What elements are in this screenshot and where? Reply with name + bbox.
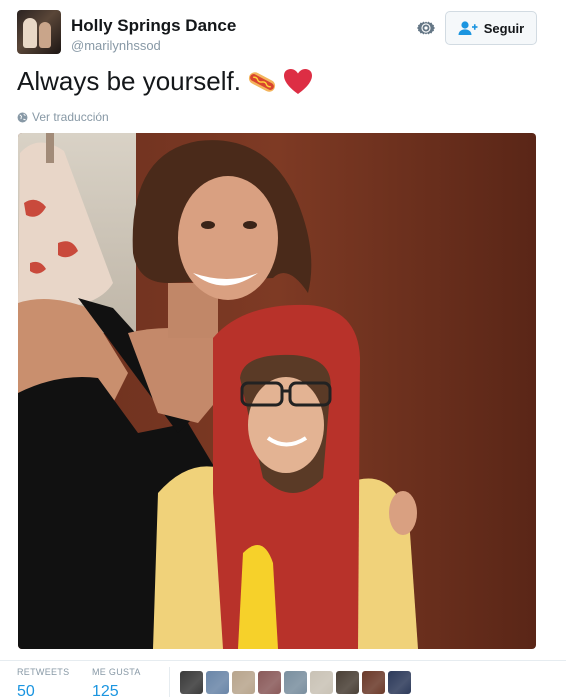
- liker-avatar[interactable]: [258, 671, 281, 694]
- hot-dog-emoji: [248, 71, 276, 92]
- translate-link[interactable]: Ver traducción: [17, 110, 109, 124]
- translate-label: Ver traducción: [32, 110, 109, 124]
- liker-avatar[interactable]: [388, 671, 411, 694]
- avatar[interactable]: [17, 10, 61, 54]
- liker-avatar[interactable]: [232, 671, 255, 694]
- follow-button-label: Seguir: [483, 20, 525, 36]
- tweet-photo[interactable]: [18, 133, 536, 649]
- globe-icon: [17, 112, 28, 122]
- liker-avatar[interactable]: [180, 671, 203, 694]
- gear-icon[interactable]: [415, 17, 437, 39]
- stats-divider: [169, 667, 170, 697]
- tweet-text-body: Always be yourself.: [17, 66, 241, 96]
- liker-avatar[interactable]: [362, 671, 385, 694]
- display-name[interactable]: Holly Springs Dance: [71, 16, 236, 36]
- retweets-label: RETWEETS: [17, 667, 70, 677]
- follow-button[interactable]: Seguir: [445, 11, 537, 45]
- liker-avatar[interactable]: [284, 671, 307, 694]
- likes-stat[interactable]: ME GUSTA 125: [92, 667, 141, 700]
- liker-avatar[interactable]: [310, 671, 333, 694]
- red-heart-emoji: [283, 68, 312, 94]
- tweet-stats: RETWEETS 50 ME GUSTA 125: [0, 660, 566, 700]
- liker-avatar[interactable]: [336, 671, 359, 694]
- liker-avatars: [180, 671, 411, 694]
- retweets-stat[interactable]: RETWEETS 50: [17, 667, 69, 700]
- tweet-header: Holly Springs Dance @marilynhssod Seguir: [17, 10, 537, 56]
- add-user-icon: [458, 21, 478, 35]
- likes-count: 125: [92, 683, 119, 700]
- tweet-text: Always be yourself.: [17, 66, 313, 97]
- likes-label: ME GUSTA: [92, 667, 141, 677]
- liker-avatar[interactable]: [206, 671, 229, 694]
- retweets-count: 50: [17, 683, 35, 700]
- user-handle[interactable]: @marilynhssod: [71, 38, 161, 53]
